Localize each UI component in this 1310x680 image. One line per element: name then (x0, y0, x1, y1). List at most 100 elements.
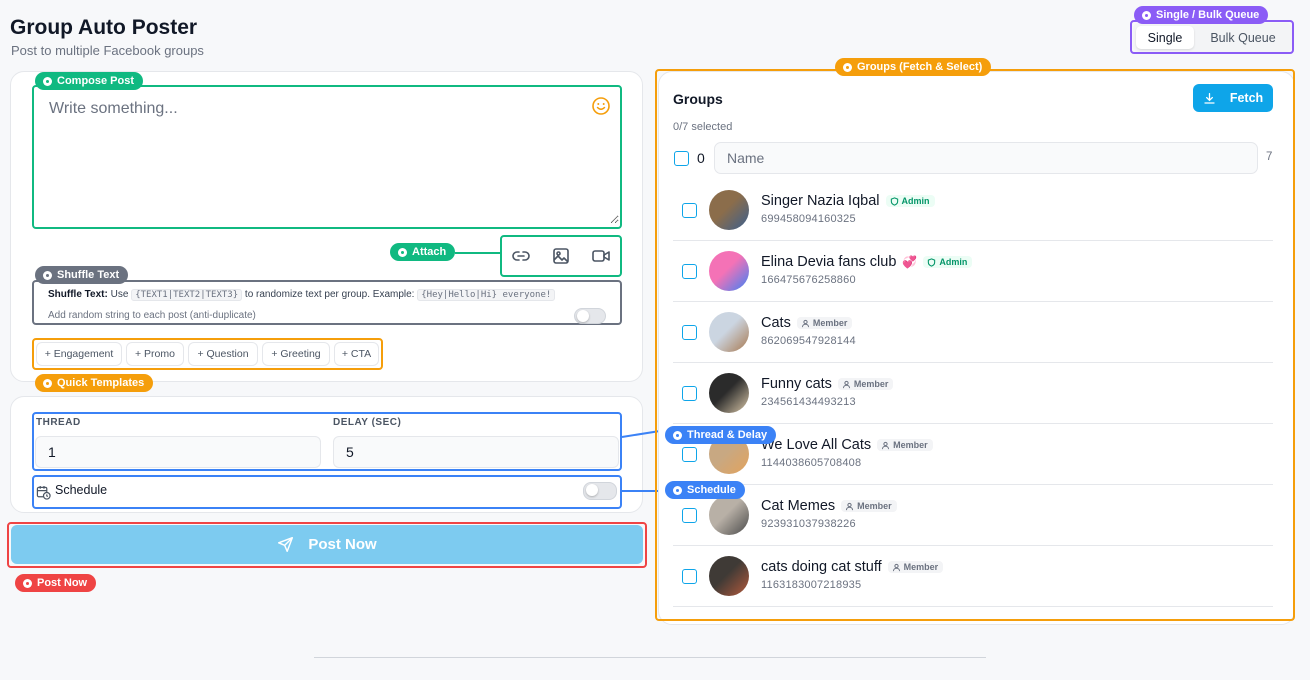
user-icon (842, 380, 851, 389)
group-name-text: cats doing cat stuff (761, 559, 882, 575)
eye-icon (1142, 10, 1151, 20)
group-checkbox[interactable] (682, 508, 697, 523)
shield-icon (927, 257, 936, 267)
mode-badge: Single / Bulk Queue (1134, 6, 1269, 24)
group-checkbox[interactable] (682, 203, 697, 218)
user-icon (801, 319, 810, 328)
group-name-text: Singer Nazia Iqbal (761, 193, 880, 209)
group-row[interactable]: Funny cats Member 234561434493213 (673, 363, 1273, 424)
group-row[interactable]: cats doing cat stuff Member 11631830072189… (673, 546, 1273, 607)
image-icon[interactable] (549, 244, 573, 268)
link-icon[interactable] (509, 244, 533, 268)
template-question-button[interactable]: + Question (188, 342, 258, 366)
random-string-toggle[interactable] (574, 308, 606, 324)
group-name-text: Elina Devia fans club (761, 254, 897, 270)
group-id: 699458094160325 (761, 213, 856, 225)
emoji-icon[interactable] (589, 94, 613, 118)
group-avatar (709, 251, 749, 291)
group-role-badge: Admin (885, 195, 935, 207)
group-total: 7 (1266, 151, 1273, 163)
group-name-text: Cats (761, 315, 791, 331)
post-now-button[interactable]: Post Now (11, 525, 643, 564)
group-name: cats doing cat stuff Member (761, 559, 944, 575)
fetch-button[interactable]: Fetch (1193, 84, 1273, 112)
shuffle-help-text: Shuffle Text: Use {TEXT1|TEXT2|TEXT3} to… (48, 289, 556, 301)
mode-bulk-button[interactable]: Bulk Queue (1199, 26, 1287, 49)
group-role-badge: Member (887, 561, 944, 573)
schedule-badge: Schedule (665, 481, 745, 499)
group-row[interactable]: Cat Memes Member 923931037938226 (673, 485, 1273, 546)
user-icon (845, 502, 854, 511)
groups-badge: Groups (Fetch & Select) (835, 58, 992, 76)
group-role-text: Member (857, 501, 892, 511)
group-name: Funny cats Member (761, 376, 894, 392)
select-all-checkbox[interactable] (674, 151, 689, 166)
schedule-toggle[interactable] (583, 482, 617, 500)
template-engagement-button[interactable]: + Engagement (36, 342, 122, 366)
group-name: Elina Devia fans club 💞 Admin (761, 254, 973, 270)
compose-badge: Compose Post (35, 72, 144, 90)
mode-single-button[interactable]: Single (1136, 26, 1194, 49)
group-role-text: Member (853, 379, 889, 389)
group-avatar (709, 373, 749, 413)
group-avatar (709, 556, 749, 596)
attach-badge: Attach (390, 243, 456, 261)
group-name: Cats Member (761, 315, 853, 331)
group-id: 1163183007218935 (761, 579, 862, 591)
group-name-text: Funny cats (761, 376, 832, 392)
eye-icon (43, 76, 52, 86)
group-name: We Love All Cats Member (761, 437, 933, 453)
group-name: Cat Memes Member (761, 498, 897, 514)
eye-icon (398, 247, 407, 257)
video-icon[interactable] (589, 244, 613, 268)
user-icon (881, 441, 890, 450)
selected-count: 0/7 selected (673, 121, 733, 133)
page-title: Group Auto Poster (10, 16, 198, 39)
template-promo-button[interactable]: + Promo (126, 342, 184, 366)
group-checkbox[interactable] (682, 386, 697, 401)
group-role-badge: Member (841, 500, 897, 512)
group-checkbox[interactable] (682, 569, 697, 584)
group-avatar (709, 190, 749, 230)
group-avatar (709, 312, 749, 352)
shuffle-badge: Shuffle Text (35, 266, 129, 284)
template-cta-button[interactable]: + CTA (334, 342, 379, 366)
group-id: 862069547928144 (761, 335, 856, 347)
compose-textarea[interactable] (35, 88, 619, 224)
group-emoji: 💞 (902, 255, 918, 269)
group-checkbox[interactable] (682, 325, 697, 340)
group-name-text: We Love All Cats (761, 437, 872, 453)
random-string-label: Add random string to each post (anti-dup… (48, 310, 256, 321)
thread-input[interactable]: 1 (35, 436, 321, 468)
post-now-label: Post Now (308, 536, 377, 553)
fetch-label: Fetch (1229, 91, 1264, 105)
send-icon (278, 536, 294, 553)
thread-label: THREAD (36, 417, 81, 428)
group-row[interactable]: Elina Devia fans club 💞 Admin 1664756762588… (673, 241, 1273, 302)
group-row[interactable]: Singer Nazia Iqbal Admin 699458094160325 (673, 180, 1273, 241)
attach-connector (455, 252, 502, 254)
eye-icon (43, 378, 52, 388)
schedule-outline (32, 475, 622, 509)
group-id: 166475676258860 (761, 274, 856, 286)
template-greeting-button[interactable]: + Greeting (262, 342, 330, 366)
divider (314, 657, 986, 658)
templates-badge: Quick Templates (35, 374, 154, 392)
mode-switch: Single Bulk Queue (1133, 23, 1292, 52)
group-checkbox[interactable] (682, 264, 697, 279)
groups-title: Groups (673, 91, 723, 107)
group-checkbox[interactable] (682, 447, 697, 462)
group-search-input[interactable] (714, 142, 1258, 174)
delay-label: DELAY (SEC) (333, 417, 402, 428)
group-role-badge: Member (796, 317, 853, 329)
eye-icon (673, 485, 682, 495)
user-icon (892, 563, 901, 572)
thread-delay-badge: Thread & Delay (665, 426, 777, 444)
delay-input[interactable]: 5 (333, 436, 619, 468)
page-subtitle: Post to multiple Facebook groups (11, 43, 204, 58)
group-role-badge: Member (877, 439, 933, 451)
group-id: 234561434493213 (761, 396, 856, 408)
eye-icon (673, 430, 682, 440)
group-row[interactable]: Cats Member 862069547928144 (673, 302, 1273, 363)
shield-icon (890, 196, 899, 206)
